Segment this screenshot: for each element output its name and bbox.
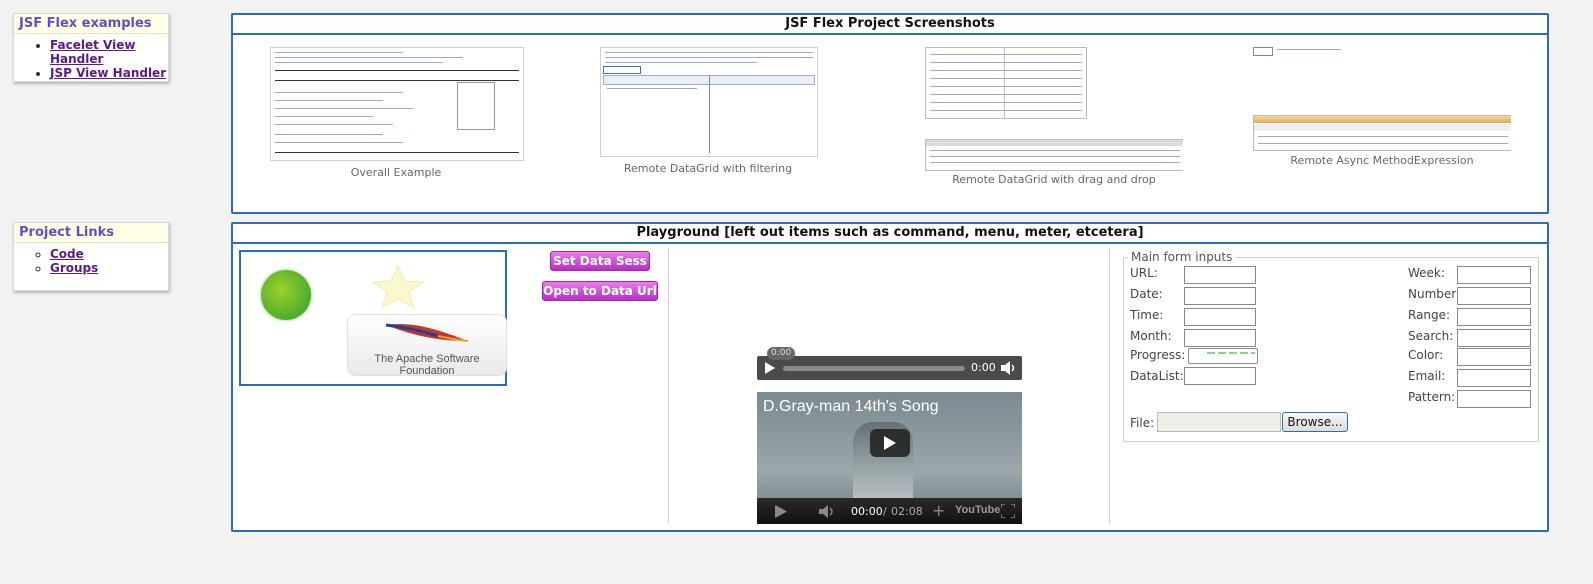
play-icon[interactable] xyxy=(775,505,787,518)
pattern-label: Pattern: xyxy=(1408,390,1456,404)
color-input[interactable] xyxy=(1457,348,1531,366)
list-item: Code xyxy=(50,247,168,261)
date-label: Date: xyxy=(1130,287,1163,301)
apache-feather-icon xyxy=(385,323,469,342)
number-input[interactable] xyxy=(1457,287,1531,305)
play-icon xyxy=(884,436,896,450)
project-links-title: Project Links xyxy=(14,223,168,243)
fullscreen-icon[interactable] xyxy=(1001,504,1015,518)
time-label: Time: xyxy=(1130,308,1164,322)
star-icon xyxy=(371,264,425,310)
video-time-separator: / xyxy=(883,505,887,518)
code-link[interactable]: Code xyxy=(50,247,84,261)
project-links-box: Project Links Code Groups xyxy=(13,222,169,291)
file-label: File: xyxy=(1130,416,1155,430)
playground-image-box: The Apache Software Foundation xyxy=(239,250,507,386)
apache-logo: The Apache Software Foundation xyxy=(347,314,507,377)
list-item: Facelet View Handler xyxy=(50,38,168,66)
playground-panel: Playground [left out items such as comma… xyxy=(231,222,1549,532)
main-form-legend: Main form inputs xyxy=(1131,250,1233,264)
color-label: Color: xyxy=(1408,348,1444,362)
search-label: Search: xyxy=(1408,329,1454,343)
examples-nav-box: JSF Flex examples Facelet View Handler J… xyxy=(13,13,169,82)
play-icon[interactable] xyxy=(765,362,775,374)
groups-link[interactable]: Groups xyxy=(50,261,98,275)
apache-logo-caption: The Apache Software Foundation xyxy=(374,353,480,377)
video-play-button[interactable] xyxy=(870,429,910,457)
remote-async-method-caption: Remote Async MethodExpression xyxy=(1290,154,1474,167)
volume-icon[interactable] xyxy=(1001,361,1015,375)
range-label: Range: xyxy=(1408,308,1451,322)
video-current-time: 00:00 xyxy=(851,505,883,518)
screenshots-panel-title: JSF Flex Project Screenshots xyxy=(233,15,1547,35)
datalist-label: DataList: xyxy=(1130,369,1184,383)
volume-icon[interactable] xyxy=(819,505,835,518)
audio-player[interactable]: 0:00 0:00 xyxy=(757,347,1022,380)
url-input[interactable] xyxy=(1184,266,1256,284)
file-input[interactable] xyxy=(1157,412,1281,432)
time-input[interactable] xyxy=(1184,308,1256,326)
remote-datagrid-filtering-thumbnail[interactable] xyxy=(600,47,818,157)
remote-datagrid-drag-drop-thumbnail[interactable] xyxy=(925,47,1183,171)
youtube-logo[interactable]: YouTube xyxy=(955,504,1000,516)
audio-time-tooltip: 0:00 xyxy=(767,347,796,360)
url-label: URL: xyxy=(1130,266,1158,280)
pattern-input[interactable] xyxy=(1457,390,1531,408)
project-links-list: Code Groups xyxy=(14,247,168,275)
remote-datagrid-drag-drop-caption: Remote DataGrid with drag and drop xyxy=(952,173,1156,186)
audio-time: 0:00 xyxy=(971,361,996,374)
range-input[interactable] xyxy=(1457,308,1531,326)
jsp-view-handler-link[interactable]: JSP View Handler xyxy=(50,66,166,80)
week-label: Week: xyxy=(1408,266,1445,280)
set-data-session-button[interactable]: Set Data Sess xyxy=(550,251,650,271)
week-input[interactable] xyxy=(1457,266,1531,284)
screenshots-panel: JSF Flex Project Screenshots Overall Exa… xyxy=(231,13,1549,214)
video-controls-bar: 00:00 / 02:08 + YouTube xyxy=(757,498,1022,524)
list-item: JSP View Handler xyxy=(50,66,168,80)
list-item: Groups xyxy=(50,261,168,275)
add-icon[interactable]: + xyxy=(932,501,945,520)
overall-example-caption: Overall Example xyxy=(350,166,442,179)
email-input[interactable] xyxy=(1457,369,1531,387)
progress-bar xyxy=(1188,348,1258,364)
column-divider xyxy=(668,248,669,524)
progress-label: Progress: xyxy=(1130,348,1186,362)
date-input[interactable] xyxy=(1184,287,1256,305)
video-player[interactable]: D.Gray-man 14th's Song 00:00 / 02:08 + Y… xyxy=(757,392,1022,524)
audio-progress-track[interactable] xyxy=(783,366,965,371)
video-total-time: 02:08 xyxy=(891,505,923,518)
progress-indeterminate-fill xyxy=(1207,352,1255,354)
datalist-input[interactable] xyxy=(1184,367,1256,385)
remote-async-method-thumbnail[interactable] xyxy=(1253,47,1511,151)
browse-button[interactable]: Browse... xyxy=(1282,412,1348,432)
examples-nav-title: JSF Flex examples xyxy=(14,14,168,34)
examples-nav-list: Facelet View Handler JSP View Handler xyxy=(14,38,168,80)
open-data-url-button[interactable]: Open to Data Url xyxy=(542,281,658,301)
facelet-view-handler-link[interactable]: Facelet View Handler xyxy=(50,38,135,66)
overall-example-thumbnail[interactable] xyxy=(270,47,524,161)
month-label: Month: xyxy=(1130,329,1172,343)
video-title[interactable]: D.Gray-man 14th's Song xyxy=(763,398,939,416)
playground-panel-title: Playground [left out items such as comma… xyxy=(233,224,1547,244)
column-divider xyxy=(1109,248,1110,524)
number-label: Number: xyxy=(1408,287,1461,301)
green-circle xyxy=(261,270,311,320)
month-input[interactable] xyxy=(1184,329,1256,347)
search-input[interactable] xyxy=(1457,329,1531,347)
email-label: Email: xyxy=(1408,369,1446,383)
remote-datagrid-filtering-caption: Remote DataGrid with filtering xyxy=(623,162,793,175)
